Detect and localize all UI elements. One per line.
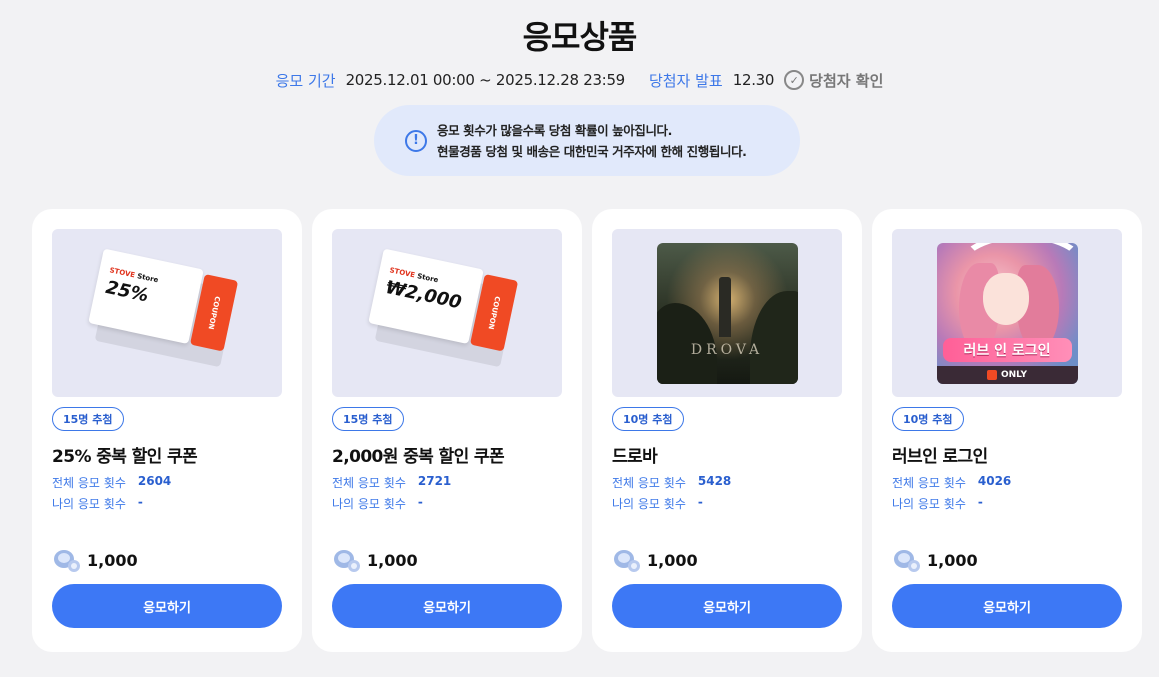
apply-button[interactable]: 응모하기 xyxy=(332,584,562,628)
apply-button[interactable]: 응모하기 xyxy=(892,584,1122,628)
draw-count-badge: 10명 추첨 xyxy=(612,407,684,431)
total-entries: 전체 응모 횟수 5428 xyxy=(612,474,732,490)
announce-value: 12.30 xyxy=(732,71,775,89)
prize-title: 드로바 xyxy=(612,447,658,467)
total-entries: 전체 응모 횟수 4026 xyxy=(892,474,1012,490)
prize-card: 러브 인 로그인 ONLY 10명 추첨 러브인 로그인 전체 응모 횟수 402… xyxy=(872,209,1142,652)
notice-line-2: 현물경품 당첨 및 배송은 대한민국 거주자에 한해 진행됩니다. xyxy=(437,143,747,159)
prize-card: STOVE Store ₩2,000 COUPON 15명 추첨 2,000원 … xyxy=(312,209,582,652)
draw-count-badge: 15명 추첨 xyxy=(332,407,404,431)
winner-check-button[interactable]: ✓ 당첨자 확인 xyxy=(784,70,883,91)
check-circle-icon: ✓ xyxy=(784,70,805,90)
coupon-graphic: STOVE Store ₩2,000 COUPON xyxy=(363,248,531,377)
prize-card: STOVE Store 25% COUPON 15명 추첨 25% 중복 할인 … xyxy=(32,209,302,652)
drova-game-art: DROVA xyxy=(656,242,798,384)
page-title: 응모상품 xyxy=(522,18,638,56)
prize-title: 러브인 로그인 xyxy=(892,447,988,467)
gem-currency-icon xyxy=(894,550,920,572)
draw-count-badge: 15명 추첨 xyxy=(52,407,124,431)
total-entries: 전체 응모 횟수 2721 xyxy=(332,474,452,490)
announce-label: 당첨자 발표 xyxy=(648,71,723,90)
winner-check-label: 당첨자 확인 xyxy=(809,71,884,90)
prize-image: DROVA xyxy=(612,229,842,397)
notice-box: ! 응모 횟수가 많을수록 당첨 확률이 높아집니다. 현물경품 당첨 및 배송… xyxy=(374,105,800,176)
lovein-game-art: 러브 인 로그인 ONLY xyxy=(936,242,1078,384)
prize-image: STOVE Store ₩2,000 COUPON xyxy=(332,229,562,397)
apply-button[interactable]: 응모하기 xyxy=(612,584,842,628)
entry-cost: 1,000 xyxy=(52,547,138,573)
my-entries: 나의 응모 횟수 - xyxy=(892,495,983,511)
gem-currency-icon xyxy=(614,550,640,572)
entry-cost: 1,000 xyxy=(892,547,978,573)
my-entries: 나의 응모 횟수 - xyxy=(612,495,703,511)
entry-cost: 1,000 xyxy=(332,547,418,573)
my-entries: 나의 응모 횟수 - xyxy=(52,495,143,511)
total-entries: 전체 응모 횟수 2604 xyxy=(52,474,172,490)
period-row: 응모 기간 2025.12.01 00:00 ~ 2025.12.28 23:5… xyxy=(0,69,1159,91)
my-entries: 나의 응모 횟수 - xyxy=(332,495,423,511)
prize-card: DROVA 10명 추첨 드로바 전체 응모 횟수 5428 나의 응모 횟수 - … xyxy=(592,209,862,652)
gem-currency-icon xyxy=(54,550,80,572)
prize-title: 25% 중복 할인 쿠폰 xyxy=(52,447,198,467)
draw-count-badge: 10명 추첨 xyxy=(892,407,964,431)
entry-period-label: 응모 기간 xyxy=(275,71,336,90)
prize-title: 2,000원 중복 할인 쿠폰 xyxy=(332,447,505,467)
entry-cost: 1,000 xyxy=(612,547,698,573)
notice-line-1: 응모 횟수가 많을수록 당첨 확률이 높아집니다. xyxy=(437,122,673,138)
prize-image: STOVE Store 25% COUPON xyxy=(52,229,282,397)
apply-button[interactable]: 응모하기 xyxy=(52,584,282,628)
gem-currency-icon xyxy=(334,550,360,572)
coupon-graphic: STOVE Store 25% COUPON xyxy=(83,248,251,377)
entry-period-value: 2025.12.01 00:00 ~ 2025.12.28 23:59 xyxy=(345,71,626,89)
info-icon: ! xyxy=(405,129,427,152)
prize-image: 러브 인 로그인 ONLY xyxy=(892,229,1122,397)
